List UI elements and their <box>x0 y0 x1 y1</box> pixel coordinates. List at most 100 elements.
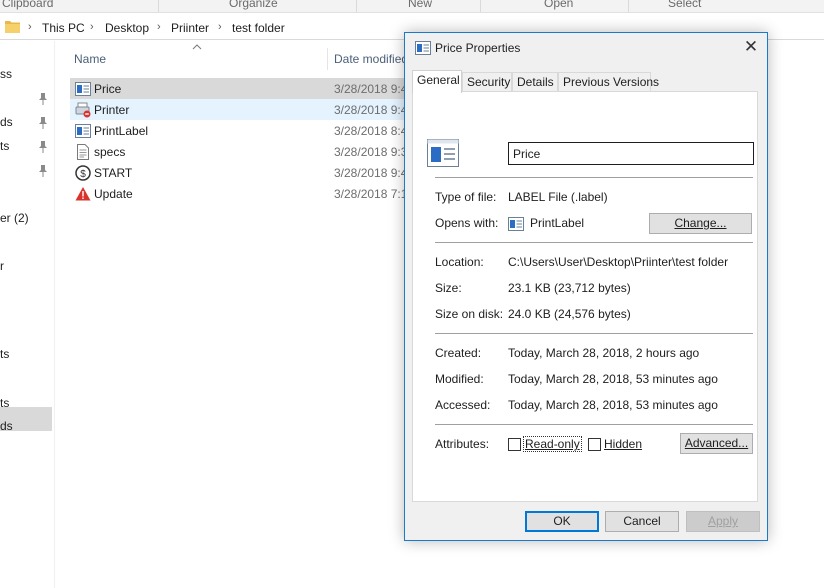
printer-icon <box>75 102 91 118</box>
change-button-label: Change... <box>674 216 727 230</box>
size-value: 23.1 KB (23,712 bytes) <box>508 281 631 295</box>
advanced-button-label: Advanced... <box>684 436 749 450</box>
ribbon-group-new: New <box>408 0 433 10</box>
created-value: Today, March 28, 2018, 2 hours ago <box>508 346 700 360</box>
file-date-modified: 3/28/2018 9:4 <box>334 103 408 117</box>
size-on-disk-value: 24.0 KB (24,576 bytes) <box>508 307 631 321</box>
file-date-modified: 3/28/2018 9:4 <box>334 166 408 180</box>
application-icon <box>75 124 91 138</box>
advanced-button[interactable]: Advanced... <box>680 433 753 454</box>
label-file-icon <box>415 41 431 55</box>
tab-details[interactable]: Details <box>512 72 558 92</box>
column-header-name[interactable]: Name <box>74 52 106 66</box>
pin-icon[interactable] <box>38 117 48 129</box>
nav-item[interactable]: ts <box>0 347 9 361</box>
opens-with-label: Opens with: <box>435 216 499 230</box>
navigation-pane[interactable]: ss ds ts er (2) r ts ts ds <box>0 41 55 588</box>
file-date-modified: 3/28/2018 8:4 <box>334 124 408 138</box>
breadcrumb-chevron-icon: › <box>90 21 94 33</box>
file-name-input[interactable] <box>508 142 754 165</box>
ribbon-group-clipboard: Clipboard <box>2 0 54 10</box>
nav-item[interactable]: ds <box>0 419 13 433</box>
folder-icon <box>5 21 20 33</box>
opens-with-value: PrintLabel <box>530 216 585 230</box>
dialog-title: Price Properties <box>435 41 521 55</box>
dollar-circle-icon: $ <box>75 165 91 181</box>
file-name[interactable]: Update <box>94 187 133 201</box>
file-name[interactable]: specs <box>94 145 125 159</box>
breadcrumb-desktop[interactable]: Desktop <box>105 21 149 35</box>
cancel-button[interactable]: Cancel <box>605 511 679 532</box>
created-label: Created: <box>435 346 482 360</box>
close-icon[interactable]: ✕ <box>741 38 761 57</box>
apply-button-label: Apply <box>707 514 739 528</box>
read-only-label[interactable]: Read-only <box>523 436 582 452</box>
file-name[interactable]: PrintLabel <box>94 124 148 138</box>
pin-icon[interactable] <box>38 93 48 105</box>
nav-item[interactable]: r <box>0 259 4 273</box>
ribbon-separator <box>480 0 481 12</box>
divider <box>435 177 753 178</box>
nav-item[interactable]: ts <box>0 139 9 153</box>
file-name[interactable]: Printer <box>94 103 129 117</box>
nav-item[interactable]: ds <box>0 115 13 129</box>
hidden-label-text: Hidden <box>604 437 643 451</box>
accessed-label: Accessed: <box>435 398 491 412</box>
svg-text:$: $ <box>80 169 86 180</box>
file-name[interactable]: Price <box>94 82 121 96</box>
hidden-checkbox[interactable] <box>588 438 601 451</box>
hidden-label[interactable]: Hidden <box>604 437 642 451</box>
pin-icon[interactable] <box>38 141 48 153</box>
change-button[interactable]: Change... <box>649 213 752 234</box>
modified-label: Modified: <box>435 372 484 386</box>
breadcrumb-priinter[interactable]: Priinter <box>171 21 209 35</box>
nav-item[interactable]: ss <box>0 67 12 81</box>
attributes-label: Attributes: <box>435 437 490 451</box>
column-header-date-modified[interactable]: Date modified <box>334 52 408 66</box>
breadcrumb-test-folder[interactable]: test folder <box>232 21 285 35</box>
location-value: C:\Users\User\Desktop\Priinter\test fold… <box>508 255 729 269</box>
tab-security[interactable]: Security <box>462 72 512 92</box>
type-of-file-label: Type of file: <box>435 190 497 204</box>
tab-panel-general: Type of file: LABEL File (.label) Opens … <box>412 91 758 502</box>
breadcrumb-chevron-icon: › <box>28 21 32 33</box>
apply-button[interactable]: Apply <box>686 511 760 532</box>
column-separator[interactable] <box>327 48 328 70</box>
application-icon <box>508 217 524 231</box>
ribbon-group-labels: Clipboard Organize New Open Select <box>0 0 824 13</box>
type-of-file-value: LABEL File (.label) <box>508 190 608 204</box>
label-file-icon <box>75 82 91 96</box>
nav-item[interactable]: ts <box>0 396 9 410</box>
sort-ascending-icon <box>192 44 202 50</box>
breadcrumb-chevron-icon: › <box>218 21 222 33</box>
ok-button[interactable]: OK <box>525 511 599 532</box>
ribbon-separator <box>356 0 357 12</box>
file-date-modified: 3/28/2018 9:4 <box>334 82 408 96</box>
divider <box>435 333 753 334</box>
size-on-disk-label: Size on disk: <box>435 307 504 321</box>
divider <box>435 242 753 243</box>
breadcrumb-chevron-icon: › <box>157 21 161 33</box>
warning-icon <box>75 187 91 201</box>
nav-item[interactable]: er (2) <box>0 211 29 225</box>
text-document-icon <box>77 144 89 160</box>
pin-icon[interactable] <box>38 165 48 177</box>
ribbon-group-open: Open <box>544 0 574 10</box>
ribbon-separator <box>628 0 629 12</box>
ribbon-group-organize: Organize <box>229 0 278 10</box>
tab-general[interactable]: General <box>412 70 462 93</box>
properties-dialog[interactable]: Price Properties ✕ General Security Deta… <box>404 32 768 541</box>
file-name[interactable]: START <box>94 166 132 180</box>
label-file-large-icon <box>427 139 459 167</box>
breadcrumb-this-pc[interactable]: This PC <box>42 21 85 35</box>
file-date-modified: 3/28/2018 9:3 <box>334 145 408 159</box>
tab-previous-versions[interactable]: Previous Versions <box>558 72 659 92</box>
modified-value: Today, March 28, 2018, 53 minutes ago <box>508 372 718 386</box>
read-only-checkbox[interactable] <box>508 438 521 451</box>
ribbon-group-select: Select <box>668 0 702 10</box>
ribbon-separator <box>158 0 159 12</box>
divider <box>435 424 753 425</box>
file-date-modified: 3/28/2018 7:1 <box>334 187 408 201</box>
location-label: Location: <box>435 255 484 269</box>
accessed-value: Today, March 28, 2018, 53 minutes ago <box>508 398 718 412</box>
